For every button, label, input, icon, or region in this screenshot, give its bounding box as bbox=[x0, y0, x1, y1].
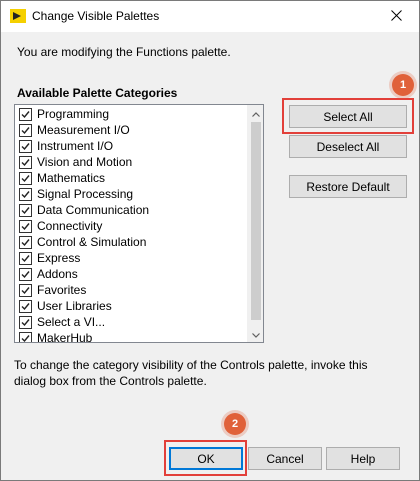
category-checkbox[interactable] bbox=[19, 299, 32, 313]
category-checkbox[interactable] bbox=[19, 123, 32, 137]
category-checkbox[interactable] bbox=[19, 171, 32, 185]
chevron-up-icon bbox=[252, 106, 260, 120]
category-list-item[interactable]: Control & Simulation bbox=[15, 234, 247, 250]
category-list-item[interactable]: Connectivity bbox=[15, 218, 247, 234]
category-list-item[interactable]: Signal Processing bbox=[15, 186, 247, 202]
category-items: Programming Measurement I/O Instrument I/O… bbox=[15, 106, 247, 343]
category-label: Measurement I/O bbox=[37, 123, 130, 137]
category-label: Mathematics bbox=[37, 171, 106, 185]
category-list-item[interactable]: Addons bbox=[15, 266, 247, 282]
category-checkbox[interactable] bbox=[19, 155, 32, 169]
category-list-item[interactable]: User Libraries bbox=[15, 298, 247, 314]
cancel-button[interactable]: Cancel bbox=[248, 447, 322, 470]
category-list-item[interactable]: Data Communication bbox=[15, 202, 247, 218]
labview-icon bbox=[10, 9, 26, 23]
category-checkbox[interactable] bbox=[19, 139, 32, 153]
step-2-badge: 2 bbox=[224, 413, 246, 435]
close-button[interactable] bbox=[373, 1, 419, 32]
vertical-scrollbar[interactable] bbox=[247, 105, 263, 342]
category-label: Control & Simulation bbox=[37, 235, 147, 249]
chevron-down-icon bbox=[252, 327, 260, 341]
category-list-item[interactable]: Instrument I/O bbox=[15, 138, 247, 154]
category-checkbox[interactable] bbox=[19, 283, 32, 297]
category-checkbox[interactable] bbox=[19, 331, 32, 342]
category-checkbox[interactable] bbox=[19, 251, 32, 265]
category-label: MakerHub bbox=[37, 331, 93, 343]
change-visible-palettes-dialog: Change Visible Palettes You are modifyin… bbox=[0, 0, 420, 481]
deselect-all-button[interactable]: Deselect All bbox=[289, 135, 407, 158]
category-checkbox[interactable] bbox=[19, 267, 32, 281]
category-checkbox[interactable] bbox=[19, 187, 32, 201]
window-title: Change Visible Palettes bbox=[32, 9, 160, 23]
category-label: Instrument I/O bbox=[37, 139, 114, 153]
category-checkbox[interactable] bbox=[19, 315, 32, 329]
category-label: Vision and Motion bbox=[37, 155, 133, 169]
category-checkbox[interactable] bbox=[19, 107, 32, 121]
category-label: User Libraries bbox=[37, 299, 112, 313]
modifying-message: You are modifying the Functions palette. bbox=[17, 45, 231, 59]
category-label: Favorites bbox=[37, 283, 87, 297]
category-list-item[interactable]: MakerHub bbox=[15, 330, 247, 343]
category-label: Express bbox=[37, 251, 81, 265]
category-list-item[interactable]: Vision and Motion bbox=[15, 154, 247, 170]
category-label: Programming bbox=[37, 107, 110, 121]
category-checkbox[interactable] bbox=[19, 219, 32, 233]
category-label: Data Communication bbox=[37, 203, 150, 217]
category-label: Select a VI... bbox=[37, 315, 106, 329]
category-checkbox[interactable] bbox=[19, 203, 32, 217]
category-label: Addons bbox=[37, 267, 78, 281]
category-list-item[interactable]: Select a VI... bbox=[15, 314, 247, 330]
category-label: Signal Processing bbox=[37, 187, 134, 201]
step-1-badge: 1 bbox=[392, 74, 414, 96]
scroll-down-button[interactable] bbox=[248, 326, 263, 342]
scroll-up-button[interactable] bbox=[248, 105, 263, 121]
category-list-item[interactable]: Favorites bbox=[15, 282, 247, 298]
category-list-item[interactable]: Mathematics bbox=[15, 170, 247, 186]
title-bar: Change Visible Palettes bbox=[1, 1, 419, 32]
category-list-item[interactable]: Measurement I/O bbox=[15, 122, 247, 138]
category-list-item[interactable]: Express bbox=[15, 250, 247, 266]
scrollbar-thumb[interactable] bbox=[251, 122, 261, 320]
controls-palette-note: To change the category visibility of the… bbox=[14, 358, 368, 388]
categories-label: Available Palette Categories bbox=[17, 86, 178, 100]
help-button[interactable]: Help bbox=[326, 447, 400, 470]
category-list-item[interactable]: Programming bbox=[15, 106, 247, 122]
restore-default-button[interactable]: Restore Default bbox=[289, 175, 407, 198]
category-checkbox[interactable] bbox=[19, 235, 32, 249]
close-icon bbox=[390, 9, 402, 24]
callout-highlight-select-all bbox=[282, 98, 414, 134]
callout-highlight-ok bbox=[164, 440, 247, 476]
category-label: Connectivity bbox=[37, 219, 103, 233]
palette-categories-list[interactable]: Programming Measurement I/O Instrument I/O… bbox=[14, 104, 264, 343]
